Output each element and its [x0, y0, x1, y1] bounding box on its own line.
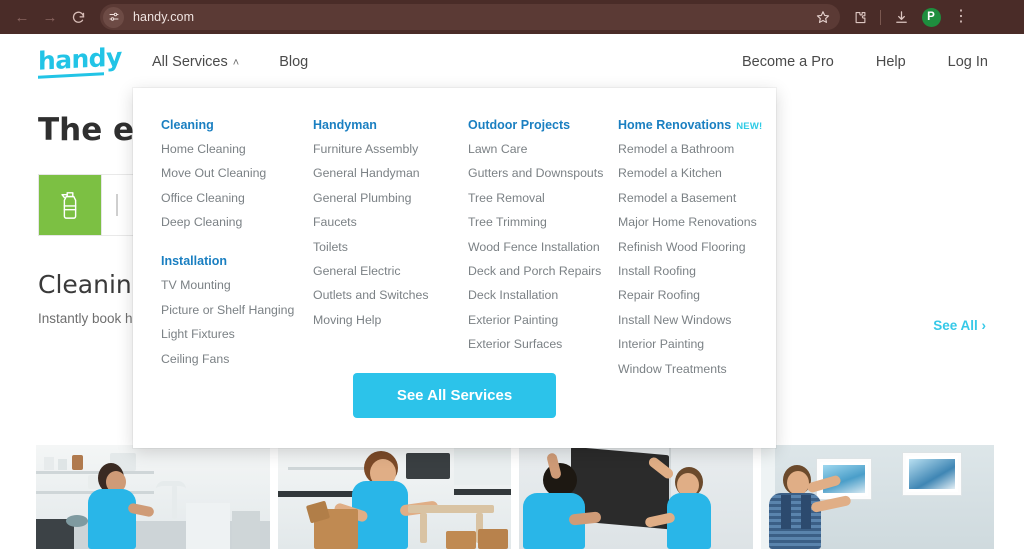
menu-item-install-new-windows[interactable]: Install New Windows [618, 313, 762, 326]
service-card-picture-hanging[interactable] [760, 445, 994, 549]
menu-item-picture-or-shelf-hanging[interactable]: Picture or Shelf Hanging [161, 304, 303, 317]
page-content: handy All Services ˄ Blog Become a Pro He… [0, 34, 1024, 549]
dropdown-heading-handyman[interactable]: Handyman [313, 118, 458, 132]
logo-text: handy [38, 42, 122, 76]
all-services-dropdown: Cleaning Home Cleaning Move Out Cleaning… [133, 88, 776, 448]
dropdown-group-installation: Installation TV Mounting Picture or Shel… [161, 254, 303, 364]
menu-item-tree-trimming[interactable]: Tree Trimming [468, 216, 608, 229]
service-card-tv-mounting[interactable] [519, 445, 753, 549]
menu-item-remodel-a-basement[interactable]: Remodel a Basement [618, 191, 762, 204]
see-all-services-button[interactable]: See All Services [352, 373, 557, 418]
menu-item-home-cleaning[interactable]: Home Cleaning [161, 143, 303, 156]
menu-item-ceiling-fans[interactable]: Ceiling Fans [161, 352, 303, 365]
dropdown-heading-label: Installation [161, 254, 227, 269]
new-badge: NEW! [736, 121, 763, 132]
service-card-home-cleaning[interactable] [36, 445, 270, 549]
site-header: handy All Services ˄ Blog Become a Pro He… [0, 34, 1024, 90]
menu-item-gutters-and-downspouts[interactable]: Gutters and Downspouts [468, 167, 608, 180]
dropdown-column-4: Home Renovations NEW! Remodel a Bathroom … [618, 118, 772, 387]
menu-item-deck-and-porch-repairs[interactable]: Deck and Porch Repairs [468, 265, 608, 278]
dropdown-heading-installation[interactable]: Installation [161, 254, 303, 268]
browser-toolbar: ← → handy.com P ⋮ [0, 0, 1024, 34]
menu-item-remodel-a-bathroom[interactable]: Remodel a Bathroom [618, 143, 762, 156]
forward-arrow-icon[interactable]: → [36, 3, 64, 31]
dropdown-group-handyman: Handyman Furniture Assembly General Hand… [313, 118, 458, 326]
card-photo-furniture [277, 445, 511, 549]
menu-item-furniture-assembly[interactable]: Furniture Assembly [313, 143, 458, 156]
see-all-link[interactable]: See All › [933, 318, 986, 333]
menu-item-wood-fence-installation[interactable]: Wood Fence Installation [468, 240, 608, 253]
profile-avatar[interactable]: P [917, 3, 945, 31]
dropdown-heading-label: Outdoor Projects [468, 118, 571, 132]
dropdown-group-home-renovations: Home Renovations NEW! Remodel a Bathroom … [618, 118, 762, 375]
handy-logo[interactable]: handy [38, 42, 122, 79]
dropdown-group-cleaning: Cleaning Home Cleaning Move Out Cleaning… [161, 118, 303, 228]
dropdown-heading-home-renovations[interactable]: Home Renovations NEW! [618, 118, 762, 132]
menu-item-general-handyman[interactable]: General Handyman [313, 167, 458, 180]
dropdown-heading-label: Cleaning [161, 118, 214, 132]
text-cursor [116, 194, 118, 216]
dropdown-heading-label: Home Renovations [618, 118, 732, 132]
primary-nav: All Services ˄ Blog [152, 54, 308, 70]
nav-item-log-in[interactable]: Log In [948, 54, 988, 70]
nav-item-blog[interactable]: Blog [279, 54, 308, 70]
star-icon[interactable] [810, 4, 836, 30]
nav-item-help[interactable]: Help [876, 54, 906, 70]
menu-item-general-electric[interactable]: General Electric [313, 265, 458, 278]
menu-item-remodel-a-kitchen[interactable]: Remodel a Kitchen [618, 167, 762, 180]
menu-item-deck-installation[interactable]: Deck Installation [468, 289, 608, 302]
browser-actions: P ⋮ [846, 3, 975, 31]
tune-sliders-icon[interactable] [103, 6, 124, 28]
menu-item-outlets-and-switches[interactable]: Outlets and Switches [313, 289, 458, 302]
secondary-nav: Become a Pro Help Log In [742, 54, 988, 70]
toolbar-divider [880, 9, 881, 25]
card-photo-picture-hanging [760, 445, 994, 549]
nav-item-all-services[interactable]: All Services ˄ [152, 54, 239, 70]
menu-item-interior-painting[interactable]: Interior Painting [618, 338, 762, 351]
dropdown-group-outdoor-projects: Outdoor Projects Lawn Care Gutters and D… [468, 118, 608, 350]
reload-icon[interactable] [64, 3, 92, 31]
dropdown-column-1: Cleaning Home Cleaning Move Out Cleaning… [161, 118, 313, 387]
dropdown-columns: Cleaning Home Cleaning Move Out Cleaning… [133, 118, 776, 387]
spray-bottle-icon[interactable] [38, 174, 102, 236]
menu-item-general-plumbing[interactable]: General Plumbing [313, 191, 458, 204]
nav-item-all-services-label: All Services [152, 54, 228, 70]
menu-item-exterior-painting[interactable]: Exterior Painting [468, 313, 608, 326]
download-icon[interactable] [887, 3, 915, 31]
menu-item-moving-help[interactable]: Moving Help [313, 313, 458, 326]
menu-item-refinish-wood-flooring[interactable]: Refinish Wood Flooring [618, 240, 762, 253]
menu-item-tree-removal[interactable]: Tree Removal [468, 191, 608, 204]
puzzle-extensions-icon[interactable] [846, 3, 874, 31]
dropdown-heading-label: Handyman [313, 118, 377, 132]
service-card-strip [36, 445, 994, 549]
dropdown-footer: See All Services [133, 373, 776, 418]
menu-item-exterior-surfaces[interactable]: Exterior Surfaces [468, 338, 608, 351]
profile-initial: P [921, 7, 941, 27]
nav-item-become-a-pro[interactable]: Become a Pro [742, 54, 834, 70]
menu-item-lawn-care[interactable]: Lawn Care [468, 143, 608, 156]
menu-item-major-home-renovations[interactable]: Major Home Renovations [618, 216, 762, 229]
menu-item-light-fixtures[interactable]: Light Fixtures [161, 328, 303, 341]
menu-item-move-out-cleaning[interactable]: Move Out Cleaning [161, 167, 303, 180]
three-dot-menu-icon[interactable]: ⋮ [947, 3, 975, 31]
chevron-up-icon: ˄ [232, 57, 240, 69]
dropdown-column-2: Handyman Furniture Assembly General Hand… [313, 118, 468, 387]
menu-item-repair-roofing[interactable]: Repair Roofing [618, 289, 762, 302]
menu-item-deep-cleaning[interactable]: Deep Cleaning [161, 216, 303, 229]
menu-item-office-cleaning[interactable]: Office Cleaning [161, 191, 303, 204]
dropdown-column-3: Outdoor Projects Lawn Care Gutters and D… [468, 118, 618, 387]
card-photo-cleaning [36, 445, 270, 549]
card-photo-tv-mounting [519, 445, 753, 549]
address-bar-url: handy.com [133, 10, 195, 24]
menu-item-install-roofing[interactable]: Install Roofing [618, 265, 762, 278]
dropdown-heading-cleaning[interactable]: Cleaning [161, 118, 303, 132]
menu-item-tv-mounting[interactable]: TV Mounting [161, 279, 303, 292]
back-arrow-icon[interactable]: ← [8, 3, 36, 31]
menu-item-faucets[interactable]: Faucets [313, 216, 458, 229]
address-bar[interactable]: handy.com [100, 4, 840, 30]
dropdown-heading-outdoor-projects[interactable]: Outdoor Projects [468, 118, 608, 132]
service-card-furniture-assembly[interactable] [277, 445, 511, 549]
menu-item-toilets[interactable]: Toilets [313, 240, 458, 253]
